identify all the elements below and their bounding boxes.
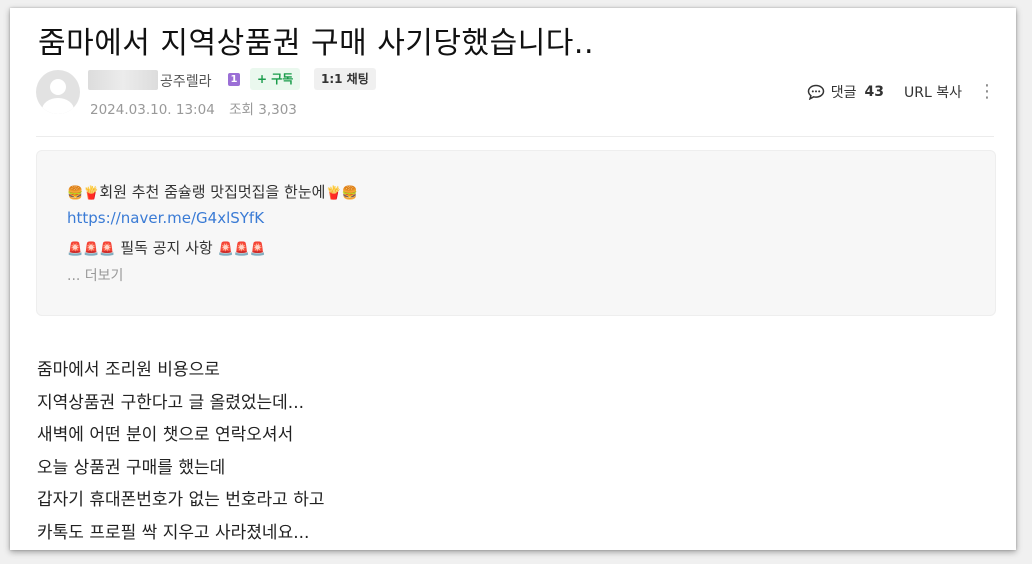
avatar[interactable] [36,70,80,114]
comment-count[interactable]: 43 [865,84,884,100]
notice-line-1: 🍔🍟회원 추천 줌슐랭 맛집멋집을 한눈에🍟🍔 [67,181,358,202]
body-line: 줌마에서 조리원 비용으로 [37,360,220,380]
siren-icon: 🚨🚨🚨 [217,242,266,257]
chat-button[interactable]: 1:1 채팅 [314,68,376,90]
level-badge-icon: 1 [228,73,240,86]
comment-label[interactable]: 댓글 [831,82,857,102]
notice-link[interactable]: https://naver.me/G4xlSYfK [67,209,264,227]
fries-burger-icon: 🍟🍔 [325,186,358,201]
author-nickname[interactable]: 공주렐라 [160,71,212,91]
notice-line-1-text: 회원 추천 줌슐랭 맛집멋집을 한눈에 [99,183,326,201]
body-line: 지역상품권 구한다고 글 올렸었는데... [37,392,305,413]
notice-line-3: 🚨🚨🚨 필독 공지 사항 🚨🚨🚨 [67,237,266,258]
avatar-head [50,79,66,95]
post-card: 줌마에서 지역상품권 구매 사기당했습니다.. 공주렐라 1 + 구독 1:1 … [10,8,1016,550]
comment-icon[interactable] [807,84,825,100]
post-meta: 2024.03.10. 13:04 조회 3,303 [90,98,297,118]
avatar-body [42,98,74,114]
body-line: 오늘 상품권 구매를 했는데 [37,457,226,478]
blurred-username [88,70,158,90]
body-line: 새벽에 어떤 분이 챗으로 연락오셔서 [37,425,294,445]
notice-line-3-text: 필독 공지 사항 [115,239,218,257]
post-tools: 댓글 43 URL 복사 ⋮ [807,82,996,102]
notice-more-link[interactable]: ... 더보기 [67,265,123,285]
divider [36,136,994,137]
notice-box: 🍔🍟회원 추천 줌슐랭 맛집멋집을 한눈에🍟🍔 https://naver.me… [36,150,996,316]
burger-fries-icon: 🍔🍟 [67,186,100,201]
view-count: 조회 3,303 [229,102,297,118]
subscribe-button[interactable]: + 구독 [250,68,301,90]
body-line: 카톡도 프로필 싹 지우고 사라졌네요... [37,522,310,543]
more-vertical-icon[interactable]: ⋮ [978,83,996,101]
post-date: 2024.03.10. 13:04 [90,102,215,118]
url-copy-button[interactable]: URL 복사 [904,82,962,102]
post-body: 줌마에서 조리원 비용으로 지역상품권 구한다고 글 올렸었는데... 새벽에 … [37,354,325,549]
siren-icon: 🚨🚨🚨 [67,242,116,257]
body-line: 갑자기 휴대폰번호가 없는 번호라고 하고 [37,490,325,510]
post-title: 줌마에서 지역상품권 구매 사기당했습니다.. [38,26,594,61]
